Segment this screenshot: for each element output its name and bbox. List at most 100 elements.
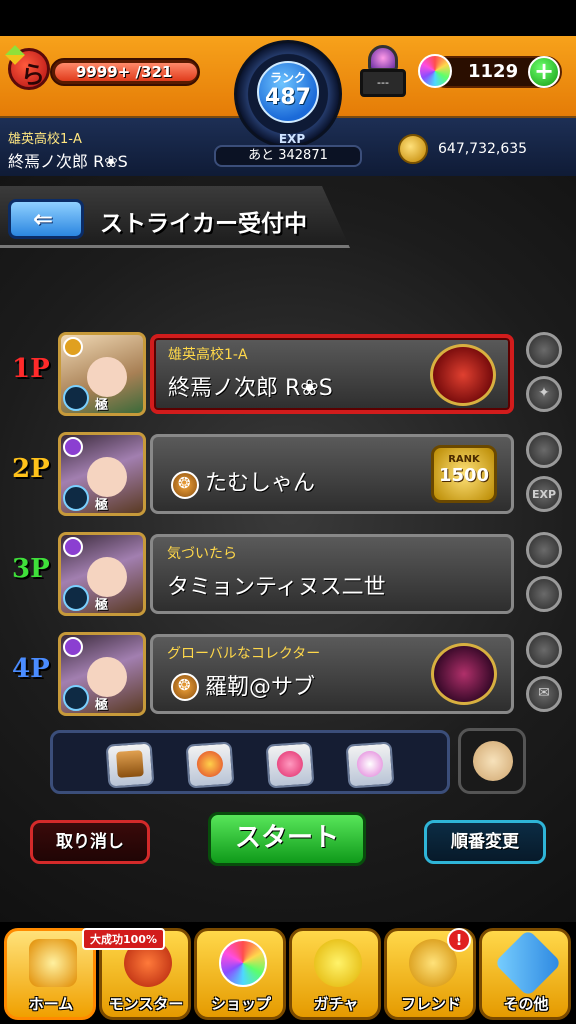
rank-badge-label: RANK bbox=[448, 454, 480, 465]
nav-label: ショップ bbox=[210, 995, 271, 1013]
slot-label: 2P bbox=[12, 454, 50, 484]
element-icon bbox=[63, 437, 83, 457]
empty-slot-icon bbox=[526, 532, 562, 568]
machine-label: --- bbox=[360, 69, 406, 97]
monster-avatar[interactable]: 極 bbox=[58, 432, 146, 516]
player-name: タミョンティヌス二世 bbox=[167, 575, 386, 600]
slot-side-buttons: EXP bbox=[526, 430, 562, 518]
nav-label: ガチャ bbox=[313, 995, 359, 1013]
buy-orbs-button[interactable]: + bbox=[528, 56, 560, 88]
status-bar bbox=[0, 0, 576, 36]
empty-slot-icon bbox=[526, 432, 562, 468]
ability-badge-icon bbox=[63, 385, 89, 411]
rank-label: ランク bbox=[269, 71, 306, 85]
player-name: 終焉ノ次郎 R❀S bbox=[8, 152, 128, 171]
speed-icon: ✦ bbox=[526, 376, 562, 412]
friend-paw-icon bbox=[171, 673, 199, 701]
orb-count: 1129 bbox=[468, 61, 519, 82]
nav-label: その他 bbox=[503, 995, 549, 1013]
chest-graphic bbox=[116, 750, 144, 778]
back-button[interactable]: ⇐ bbox=[8, 199, 84, 239]
slot-label: 4P bbox=[12, 654, 50, 684]
empty-slot-icon bbox=[526, 576, 562, 612]
slot-side-buttons: ✉ bbox=[526, 630, 562, 718]
player-name: 羅靭@サブ bbox=[205, 675, 316, 700]
item-bar bbox=[50, 730, 450, 794]
slot-4p[interactable]: 4P 極 グローバルなコレクター 羅靭@サブ ✉ bbox=[0, 630, 576, 718]
stamina-text: 9999+ /321 bbox=[76, 63, 173, 81]
nav-other[interactable]: その他 bbox=[479, 928, 571, 1020]
kiwami-label: 極 bbox=[95, 498, 109, 513]
player-panel[interactable]: グローバルなコレクター 羅靭@サブ bbox=[150, 634, 514, 714]
heart-icon[interactable] bbox=[265, 741, 315, 789]
player-team: グローバルなコレクター bbox=[167, 646, 321, 662]
ability-badge-icon bbox=[63, 585, 89, 611]
slot-1p[interactable]: 1P 極 雄英高校1-A 終焉ノ次郎 R❀S ✦ bbox=[0, 330, 576, 418]
player-name: 終焉ノ次郎 R❀S bbox=[168, 376, 333, 401]
monster-face bbox=[87, 557, 127, 597]
monster-face bbox=[87, 357, 127, 397]
change-order-button[interactable]: 順番変更 bbox=[424, 820, 546, 864]
slot-side-buttons bbox=[526, 530, 562, 618]
fire-orb-icon[interactable] bbox=[185, 741, 235, 789]
sparkle-orb-graphic bbox=[356, 750, 384, 778]
empty-slot-icon bbox=[526, 632, 562, 668]
bonus-item-icon[interactable] bbox=[458, 728, 526, 794]
player-team: 雄英高校1-A bbox=[168, 347, 248, 363]
element-icon bbox=[63, 637, 83, 657]
emblem-icon bbox=[431, 643, 497, 705]
player-team: 雄英高校1-A bbox=[8, 132, 82, 147]
orb-machine-icon[interactable]: --- bbox=[360, 45, 406, 97]
other-icon bbox=[494, 929, 562, 997]
player-name: たむしゃん bbox=[205, 471, 316, 496]
shop-orb-icon bbox=[219, 939, 267, 987]
sparkle-orb-icon[interactable] bbox=[345, 741, 395, 789]
slot-3p[interactable]: 3P 極 気づいたら タミョンティヌス二世 bbox=[0, 530, 576, 618]
kiwami-label: 極 bbox=[95, 698, 109, 713]
friend-paw-icon bbox=[171, 471, 199, 499]
orb-icon bbox=[418, 54, 452, 88]
cancel-button[interactable]: 取り消し bbox=[30, 820, 150, 864]
empty-slot-icon bbox=[526, 332, 562, 368]
exp-boost-icon: EXP bbox=[526, 476, 562, 512]
player-panel[interactable]: たむしゃん RANK 1500 bbox=[150, 434, 514, 514]
nav-gacha[interactable]: ガチャ bbox=[289, 928, 381, 1020]
slot-2p[interactable]: 2P 極 たむしゃん RANK 1500 EXP bbox=[0, 430, 576, 518]
rank-orb: ランク 487 bbox=[257, 61, 319, 123]
start-button[interactable]: スタート bbox=[208, 812, 366, 866]
rank-badge-icon: RANK 1500 bbox=[431, 445, 497, 503]
page-title: ストライカー受付中 bbox=[100, 211, 307, 237]
exp-glyph: EXP bbox=[531, 488, 557, 501]
coin-icon bbox=[398, 134, 428, 164]
fire-orb-graphic bbox=[196, 750, 224, 778]
monster-avatar[interactable]: 極 bbox=[58, 332, 146, 416]
ability-badge-icon bbox=[63, 485, 89, 511]
slot-side-buttons: ✦ bbox=[526, 330, 562, 418]
player-panel[interactable]: 雄英高校1-A 終焉ノ次郎 R❀S bbox=[150, 334, 514, 414]
player-team: 気づいたら bbox=[167, 546, 237, 562]
notification-badge: ! bbox=[447, 928, 471, 952]
rank-badge-value: 1500 bbox=[438, 465, 490, 486]
monster-avatar[interactable]: 極 bbox=[58, 532, 146, 616]
monster-avatar[interactable]: 極 bbox=[58, 632, 146, 716]
chest-icon[interactable] bbox=[105, 741, 155, 789]
kiwami-label: 極 bbox=[95, 398, 109, 413]
gacha-icon bbox=[314, 939, 362, 987]
success-ribbon: 大成功100% bbox=[82, 928, 165, 950]
exp-label: EXP bbox=[278, 132, 306, 146]
slot-label: 3P bbox=[12, 554, 50, 584]
kiwami-label: 極 bbox=[95, 598, 109, 613]
player-panel[interactable]: 気づいたら タミョンティヌス二世 bbox=[150, 534, 514, 614]
monster-face bbox=[87, 457, 127, 497]
nav-label: ホーム bbox=[28, 995, 74, 1013]
emblem-icon bbox=[430, 344, 496, 406]
slot-label: 1P bbox=[12, 354, 50, 384]
nav-label: フレンド bbox=[400, 995, 461, 1013]
monster-face bbox=[87, 657, 127, 697]
chest-icon: ✉ bbox=[526, 676, 562, 712]
element-icon bbox=[63, 337, 83, 357]
nav-shop[interactable]: ショップ bbox=[194, 928, 286, 1020]
cookie-icon bbox=[473, 741, 513, 781]
back-arrow-icon: ⇐ bbox=[33, 205, 54, 233]
chest-glyph: ✉ bbox=[538, 685, 550, 701]
